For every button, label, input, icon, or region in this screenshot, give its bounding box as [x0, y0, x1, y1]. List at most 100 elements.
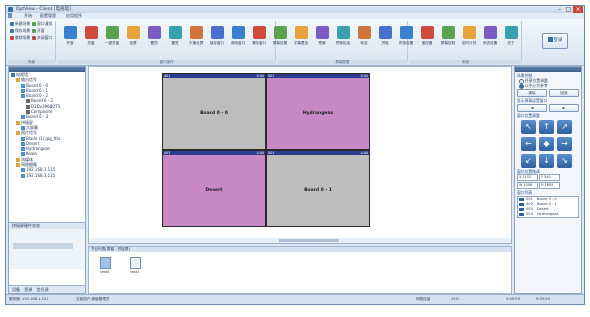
arrow-left-icon[interactable]: ←: [521, 137, 536, 151]
arrow-down-icon[interactable]: ↓: [539, 154, 554, 168]
arrow-up-icon[interactable]: ↑: [539, 120, 554, 134]
ribbon-command[interactable]: 预案: [312, 22, 332, 54]
ribbon-command[interactable]: 屏幕控制: [438, 22, 458, 54]
tab-source[interactable]: 信号源: [37, 287, 49, 292]
arrow-up-right-icon[interactable]: ↗: [557, 120, 572, 134]
arrow-down-left-icon[interactable]: ↙: [521, 154, 536, 168]
ribbon-command-icon: [357, 26, 371, 39]
program-icon: [129, 257, 141, 269]
quick-access-icon[interactable]: [8, 13, 12, 18]
program-item[interactable]: test1: [127, 257, 143, 274]
ribbon-command[interactable]: 屏幕设置: [270, 22, 290, 54]
ribbon-command-label: 清除窗口: [251, 41, 267, 45]
ribbon-command[interactable]: 置底: [165, 22, 185, 54]
ribbon-command-icon: [378, 26, 392, 39]
ribbon-command-label: 遥控器: [421, 41, 433, 45]
ribbon-command-icon: [210, 26, 224, 39]
ribbon-command-icon: [504, 26, 518, 39]
ribbon-command-label: 预案: [318, 41, 326, 45]
window-source-name: Board 0 - 0: [200, 111, 228, 116]
ribbon-command[interactable]: 置顶: [144, 22, 164, 54]
tree-node-icon: [21, 173, 25, 178]
wall-window[interactable]: 001 0.00 Board 0 - 0: [163, 74, 265, 149]
wall-canvas[interactable]: 001 0.00 Board 0 - 0 002 0.00 Hydrangeas 0…: [88, 66, 512, 244]
x-field[interactable]: X 1152: [517, 174, 538, 181]
clear-button[interactable]: 清除: [517, 89, 547, 97]
ribbon-command[interactable]: 清除窗口: [249, 22, 269, 54]
ribbon-command[interactable]: 开窗: [60, 22, 80, 54]
minimize-button[interactable]: –: [555, 6, 564, 13]
ribbon-command[interactable]: 遥控器: [417, 22, 437, 54]
tab-resource[interactable]: 资源: [24, 287, 32, 292]
canvas-scrollbar[interactable]: [89, 238, 511, 243]
w-field[interactable]: W 1008: [517, 182, 538, 189]
prev-screen-button[interactable]: ◄: [517, 104, 547, 112]
tree-item-label: 图片信号: [21, 130, 37, 136]
user-status: 当前用户:超级管理员: [76, 297, 110, 301]
window-source-name: Board 0 - 1: [304, 188, 332, 193]
ribbon-command[interactable]: 关于: [501, 22, 521, 54]
center-icon[interactable]: ◆: [539, 137, 554, 151]
ribbon-command[interactable]: 关窗: [81, 22, 101, 54]
ribbon-command[interactable]: 保存窗口: [207, 22, 227, 54]
tree-item-label: 192.168.1.115: [26, 167, 56, 173]
arrow-right-icon[interactable]: →: [557, 137, 572, 151]
open-window-cmd[interactable]: 开窗: [32, 28, 45, 34]
maximize-button[interactable]: □: [564, 6, 573, 13]
ribbon-command[interactable]: 定时计划: [459, 22, 479, 54]
ribbon-command-icon: [462, 26, 476, 39]
app-window: OptView - Client [电视墙] – □ × 开始 配置管理 应用程…: [5, 5, 585, 305]
wall-window[interactable]: 002 0.00 Hydrangeas: [267, 74, 369, 149]
tree-item-label: 拼接屏: [21, 119, 33, 125]
login-icon: [547, 37, 553, 42]
tab-device[interactable]: 设备: [12, 287, 20, 292]
program-item[interactable]: test0: [97, 257, 113, 274]
ribbon-command[interactable]: 全屏: [123, 22, 143, 54]
window-list-id: 002: [526, 202, 533, 206]
close-button[interactable]: ×: [573, 6, 583, 13]
arrow-down-right-icon[interactable]: ↘: [557, 154, 572, 168]
radio-center-ref[interactable]: 以中心为参考: [517, 83, 579, 89]
ribbon-command[interactable]: 拼接设置: [396, 22, 416, 54]
tree-item-label: 192.168.1.115: [26, 172, 56, 178]
window-list-row[interactable]: 004 Hydrangeas: [518, 212, 578, 217]
new-scene-cmd[interactable]: 新建场景: [10, 21, 30, 27]
next-screen-button[interactable]: ►: [549, 104, 579, 112]
playback-button[interactable]: 回放: [549, 89, 579, 97]
y-field[interactable]: Y 540: [539, 174, 560, 181]
ribbon-command[interactable]: 预案轮巡: [333, 22, 353, 54]
wall-window[interactable]: 004 0.00 Board 0 - 1: [267, 151, 369, 226]
group-label-screen: 屏幕配置: [278, 60, 407, 64]
tree-item-label: Board 0 - 2: [26, 93, 49, 99]
h-field[interactable]: H 1609: [539, 182, 560, 189]
program-panel-header: 节目列表[屏幕 - 拼接屏]: [89, 247, 511, 252]
arrow-up-left-icon[interactable]: ↖: [521, 120, 536, 134]
ribbon-command[interactable]: 轮巡: [354, 22, 374, 54]
ribbon-command[interactable]: 拼接: [375, 22, 395, 54]
login-button[interactable]: 登录: [542, 33, 568, 49]
ribbon-command[interactable]: 平铺全屏: [186, 22, 206, 54]
ribbon-command-icon: [441, 26, 455, 39]
ribbon-command-icon: [336, 26, 350, 39]
tree-item-label: Composite: [31, 109, 53, 115]
close-window-cmd[interactable]: 关闭窗口: [32, 35, 52, 41]
ribbon-command-label: 置顶: [150, 41, 158, 45]
ribbon-command-label: 保存窗口: [209, 41, 225, 45]
wall-window[interactable]: 003 0.00 Desert: [163, 151, 265, 226]
ribbon-command[interactable]: 一键关窗: [102, 22, 122, 54]
window-list-icon: [519, 202, 524, 206]
ribbon-command[interactable]: 字幕叠加: [291, 22, 311, 54]
save-scene-cmd[interactable]: 保存场景: [10, 28, 30, 34]
video-wall[interactable]: 001 0.00 Board 0 - 0 002 0.00 Hydrangeas 0…: [162, 73, 370, 227]
scene-control-section: 场景控制 任意位置调整 以中心为参考 清除 回放: [517, 73, 579, 97]
delete-scene-cmd[interactable]: 删除场景: [10, 35, 30, 41]
tree-item[interactable]: 192.168.1.115: [9, 173, 85, 178]
scroll-thumb[interactable]: [279, 239, 339, 242]
window-list-id: 001: [526, 197, 533, 201]
status-bar: 服务器: 192.168.1.101 当前用户:超级管理员 网络连接 25% 9…: [6, 294, 584, 304]
ribbon-command[interactable]: 系统设置: [480, 22, 500, 54]
ribbon-command-icon: [420, 26, 434, 39]
roam-cmd[interactable]: 窗口漫游: [32, 21, 52, 27]
ribbon-command[interactable]: 调用窗口: [228, 22, 248, 54]
ribbon-command-label: 拼接设置: [398, 41, 414, 45]
